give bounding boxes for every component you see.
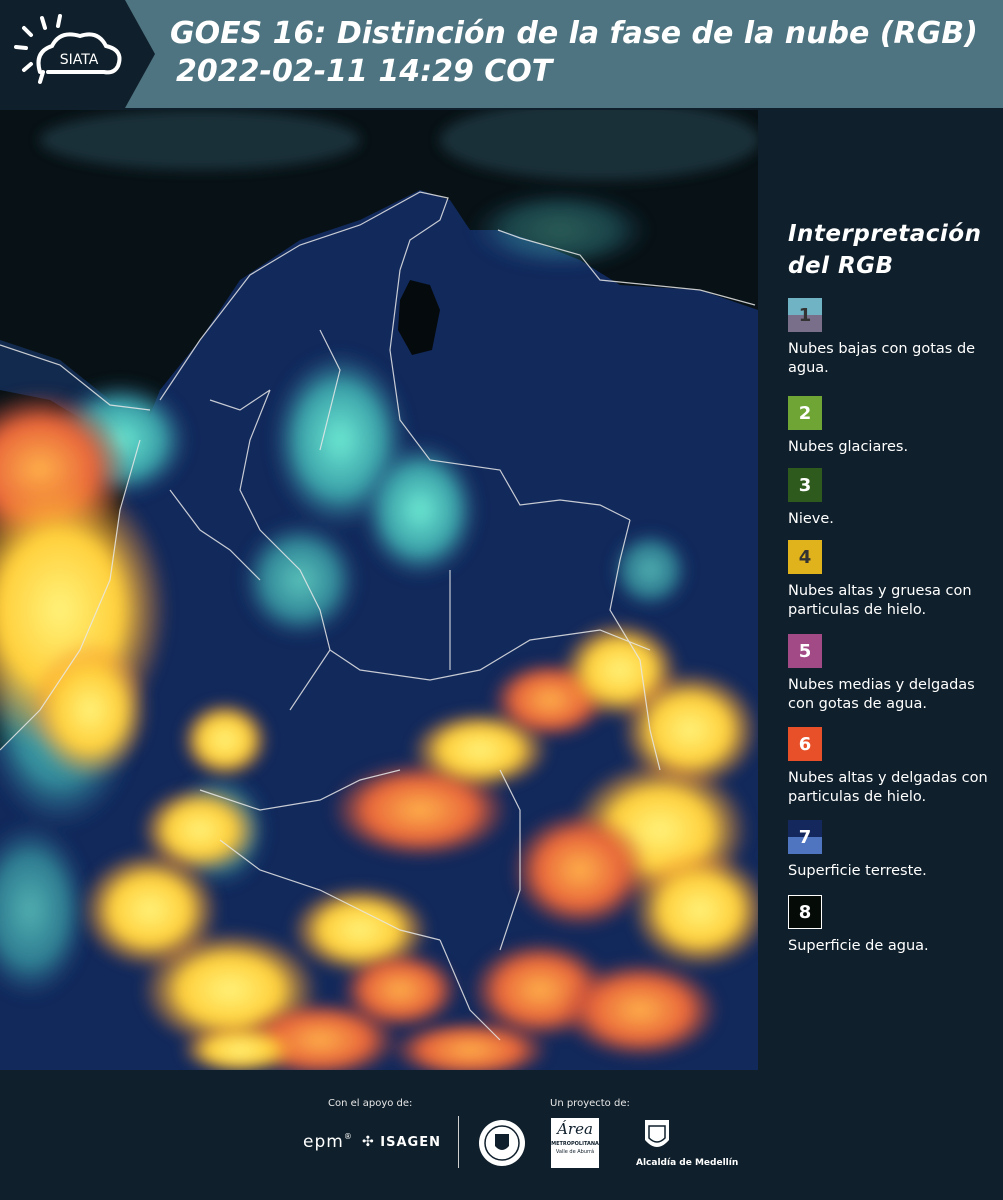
legend-swatch-6: 6 (788, 727, 822, 761)
legend-item-2: 2 Nubes glaciares. (788, 396, 998, 457)
epm-logo-text: epm (303, 1132, 344, 1152)
legend-label-3: Nieve. (788, 511, 834, 527)
legend-title-line2: del RGB (788, 253, 894, 279)
legend-item-4: 4 Nubes altas y gruesa con particulas de… (788, 540, 998, 620)
legend-label-2: Nubes glaciares. (788, 439, 909, 455)
legend-label-8: Superficie de agua. (788, 938, 929, 954)
area-metropolitana-logo[interactable]: Área METROPOLITANA Valle de Aburrá (551, 1118, 599, 1168)
siata-logo[interactable]: SIATA (0, 0, 160, 108)
isagen-logo-text: ISAGEN (380, 1135, 441, 1150)
legend-panel: Interpretación del RGB 1 Nubes bajas con… (770, 110, 1003, 1070)
legend-item-1: 1 Nubes bajas con gotas de agua. (788, 298, 998, 378)
medellin-shield-icon (645, 1120, 669, 1147)
legend-number-3: 3 (798, 474, 812, 496)
legend-label-6: Nubes altas y delgadas con particulas de… (788, 770, 988, 805)
isagen-logo[interactable]: ✣ ISAGEN (362, 1134, 441, 1150)
page-title: GOES 16: Distinción de la fase de la nub… (170, 16, 978, 51)
epm-logo[interactable]: epm® (303, 1132, 353, 1152)
legend-swatch-8: 8 (788, 895, 822, 929)
isagen-icon: ✣ (362, 1134, 375, 1150)
legend-title-line1: Interpretación (788, 221, 982, 247)
legend-number-7: 7 (798, 826, 812, 848)
page-timestamp: 2022-02-11 14:29 COT (176, 54, 553, 89)
legend-label-5: Nubes medias y delgadas con gotas de agu… (788, 677, 975, 712)
legend-number-1: 1 (798, 304, 812, 326)
legend-item-7: 7 Superficie terreste. (788, 820, 998, 881)
legend-number-8: 8 (798, 901, 812, 923)
logo-shape: SIATA (0, 0, 155, 108)
legend-swatch-3: 3 (788, 468, 822, 502)
seal-logo[interactable] (477, 1118, 527, 1168)
legend-item-8: 8 Superficie de agua. (788, 895, 998, 956)
legend-label-7: Superficie terreste. (788, 863, 927, 879)
area-logo-line2: METROPOLITANA (551, 1141, 599, 1147)
legend-swatch-7: 7 (788, 820, 822, 854)
legend-number-4: 4 (798, 546, 812, 568)
satellite-map[interactable] (0, 110, 758, 1070)
legend-title: Interpretación del RGB (788, 218, 998, 282)
legend-item-5: 5 Nubes medias y delgadas con gotas de a… (788, 634, 998, 714)
project-label: Un proyecto de: (550, 1098, 630, 1109)
legend-label-1: Nubes bajas con gotas de agua. (788, 341, 976, 376)
support-label: Con el apoyo de: (328, 1098, 413, 1109)
legend-swatch-2: 2 (788, 396, 822, 430)
legend-swatch-1: 1 (788, 298, 822, 332)
area-logo-line1: Área (557, 1120, 593, 1138)
logo-text: SIATA (60, 52, 99, 68)
legend-number-2: 2 (798, 402, 812, 424)
legend-swatch-4: 4 (788, 540, 822, 574)
footer-divider (458, 1116, 459, 1168)
medellin-logo-text[interactable]: Alcaldía de Medellín (636, 1158, 738, 1168)
legend-swatch-5: 5 (788, 634, 822, 668)
footer-bar: Con el apoyo de: Un proyecto de: epm® ✣ … (0, 1070, 1003, 1200)
map-canvas[interactable] (0, 110, 758, 1070)
legend-number-6: 6 (798, 733, 812, 755)
legend-label-4: Nubes altas y gruesa con particulas de h… (788, 583, 972, 618)
legend-number-5: 5 (798, 640, 812, 662)
legend-item-6: 6 Nubes altas y delgadas con particulas … (788, 727, 998, 807)
legend-item-3: 3 Nieve. (788, 468, 998, 529)
header-bar: SIATA GOES 16: Distinción de la fase de … (0, 0, 1003, 108)
area-logo-line3: Valle de Aburrá (555, 1149, 595, 1155)
